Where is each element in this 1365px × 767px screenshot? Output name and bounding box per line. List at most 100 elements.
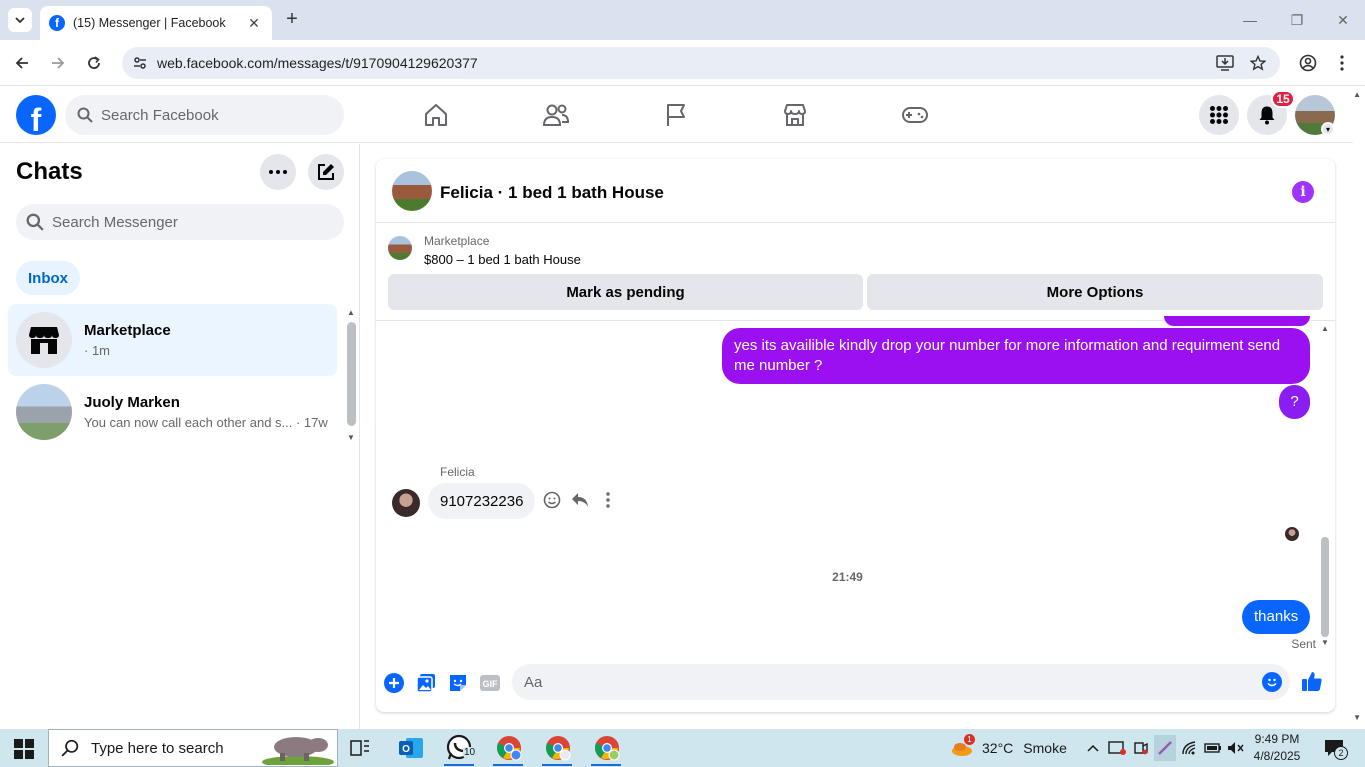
nav-gaming[interactable] xyxy=(899,99,931,131)
message-timestamp: 21:49 xyxy=(832,570,863,584)
weather-condition: Smoke xyxy=(1023,740,1067,756)
info-icon[interactable]: i xyxy=(1292,181,1314,203)
profile-button[interactable] xyxy=(1296,51,1320,75)
listing-thumbnail[interactable] xyxy=(388,236,412,260)
thread-scroll-down-arrow[interactable]: ▼ xyxy=(1321,638,1329,647)
message-input[interactable]: Aa xyxy=(512,664,1290,700)
windows-taskbar: Type here to search O 10 1 32°C Smoke 9:… xyxy=(0,729,1365,767)
sticker-icon[interactable] xyxy=(447,672,469,694)
close-window-button[interactable]: ✕ xyxy=(1333,10,1353,30)
reload-button[interactable] xyxy=(82,51,106,75)
network-icon[interactable] xyxy=(1180,738,1200,758)
chrome-profile-1-icon[interactable] xyxy=(494,733,524,763)
conversation-name: Marketplace xyxy=(84,322,171,339)
facebook-search-input[interactable]: Search Facebook xyxy=(65,95,344,135)
browser-tab[interactable]: f (15) Messenger | Facebook ✕ xyxy=(40,6,272,40)
weather-smoke-icon: 1 xyxy=(950,734,976,759)
nav-marketplace[interactable] xyxy=(779,99,811,131)
sender-avatar[interactable] xyxy=(392,489,420,517)
react-emoji-icon[interactable] xyxy=(542,490,562,510)
reply-icon[interactable] xyxy=(570,490,590,510)
conversation-item-juoly-marken[interactable]: Juoly Marken You can now call each other… xyxy=(8,376,337,448)
taskbar-search-placeholder: Type here to search xyxy=(91,739,224,757)
restore-window-button[interactable]: ❐ xyxy=(1287,10,1307,30)
browser-menu-button[interactable] xyxy=(1330,51,1354,75)
weather-widget[interactable]: 1 32°C Smoke xyxy=(950,734,1067,761)
compose-icon xyxy=(318,164,334,180)
incoming-message[interactable]: 9107232236 xyxy=(428,483,536,519)
gamepad-icon xyxy=(902,107,928,123)
menu-button[interactable] xyxy=(1199,95,1239,135)
bookmark-star-icon[interactable] xyxy=(1248,53,1268,73)
outgoing-message[interactable]: ? xyxy=(1279,385,1310,419)
clock-date: 4/8/2025 xyxy=(1253,749,1301,763)
url-text[interactable]: web.facebook.com/messages/t/917090412962… xyxy=(157,55,478,71)
chat-header: Felicia · 1 bed 1 bath House i xyxy=(376,159,1335,223)
install-app-icon[interactable] xyxy=(1215,53,1235,73)
new-message-button[interactable] xyxy=(308,154,344,190)
sidebar-scroll-down-arrow[interactable]: ▼ xyxy=(347,433,355,442)
meet-now-icon[interactable] xyxy=(1131,738,1151,758)
thread-scroll-up-arrow[interactable]: ▲ xyxy=(1321,324,1329,333)
notification-center-icon[interactable]: 2 xyxy=(1322,738,1348,760)
inbox-filter-tab[interactable]: Inbox xyxy=(16,261,80,295)
marketplace-store-icon xyxy=(784,104,806,126)
outgoing-message[interactable]: yes its availible kindly drop your numbe… xyxy=(722,328,1310,384)
add-attachment-icon[interactable] xyxy=(383,672,405,694)
forward-button[interactable] xyxy=(46,51,70,75)
system-clock[interactable]: 9:49 PM 4/8/2025 xyxy=(1250,731,1304,765)
chats-options-button[interactable] xyxy=(260,154,296,190)
nav-home[interactable] xyxy=(420,99,452,131)
sidebar-scrollbar[interactable] xyxy=(347,322,356,426)
chrome-profile-3-icon[interactable] xyxy=(592,733,622,763)
thumbs-up-icon[interactable] xyxy=(1301,670,1323,692)
marketplace-label: Marketplace xyxy=(424,234,490,248)
task-view-icon[interactable] xyxy=(345,733,375,763)
nav-pages[interactable] xyxy=(660,99,692,131)
marketplace-store-icon xyxy=(29,327,59,354)
thread-scrollbar[interactable] xyxy=(1321,537,1329,637)
account-circle-icon xyxy=(1299,54,1317,72)
minimize-window-button[interactable]: — xyxy=(1240,10,1260,30)
more-options-button[interactable]: More Options xyxy=(867,274,1323,310)
outlook-icon[interactable]: O xyxy=(396,733,426,763)
gif-icon[interactable]: GIF xyxy=(479,672,501,694)
home-icon xyxy=(425,104,447,126)
page-scroll-up-arrow[interactable]: ▲ xyxy=(1353,90,1361,99)
emoji-icon[interactable] xyxy=(1262,672,1282,692)
tab-search-button[interactable] xyxy=(8,8,32,32)
chrome-profile-2-icon[interactable] xyxy=(543,733,573,763)
mark-as-pending-button[interactable]: Mark as pending xyxy=(388,274,863,310)
page-scroll-down-arrow[interactable]: ▼ xyxy=(1353,713,1361,722)
chats-title: Chats xyxy=(16,158,83,185)
temperature: 32°C xyxy=(982,740,1014,756)
battery-icon[interactable] xyxy=(1203,738,1223,758)
close-tab-icon[interactable]: ✕ xyxy=(246,15,262,31)
chats-sidebar: Chats Search Messenger Inbox Marketplace… xyxy=(0,144,360,729)
volume-muted-icon[interactable] xyxy=(1226,738,1246,758)
new-tab-button[interactable]: + xyxy=(282,8,302,30)
conversation-item-marketplace[interactable]: Marketplace · 1m xyxy=(8,304,337,376)
chat-title[interactable]: Felicia · 1 bed 1 bath House xyxy=(440,183,664,203)
photo-icon[interactable] xyxy=(415,672,437,694)
listing-avatar[interactable] xyxy=(392,171,432,211)
nav-friends[interactable] xyxy=(540,99,572,131)
kebab-menu-icon xyxy=(1340,55,1344,71)
messenger-search-input[interactable]: Search Messenger xyxy=(16,204,344,240)
facebook-logo[interactable]: f xyxy=(16,95,56,135)
windows-start-icon[interactable] xyxy=(14,739,34,759)
pen-tray-icon[interactable] xyxy=(1154,735,1176,761)
weather-alert-badge: 1 xyxy=(964,734,975,745)
chevron-down-icon[interactable]: ▾ xyxy=(1321,122,1335,136)
listing-title[interactable]: $800 – 1 bed 1 bath House xyxy=(424,252,581,267)
tray-app-icon[interactable] xyxy=(1107,738,1127,758)
show-hidden-icons-chevron-icon[interactable] xyxy=(1083,738,1103,758)
sidebar-scroll-up-arrow[interactable]: ▲ xyxy=(347,308,355,317)
address-bar[interactable]: web.facebook.com/messages/t/917090412962… xyxy=(122,47,1280,79)
friends-icon xyxy=(542,104,570,126)
site-settings-icon[interactable] xyxy=(130,53,150,73)
back-button[interactable] xyxy=(10,51,34,75)
more-actions-icon[interactable] xyxy=(598,490,618,510)
arrow-right-icon xyxy=(52,57,65,69)
outgoing-message[interactable]: thanks xyxy=(1242,600,1311,634)
